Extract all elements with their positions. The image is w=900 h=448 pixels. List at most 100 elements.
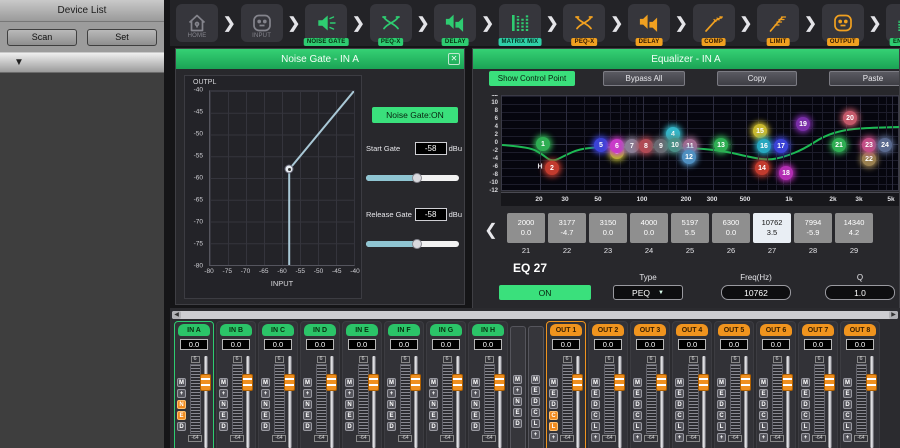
mute-button[interactable]: M	[261, 378, 270, 387]
channel-gain-value[interactable]: 0.0	[264, 339, 292, 350]
eq-button[interactable]: E	[219, 411, 228, 420]
noise-gate-on-button[interactable]: Noise Gate:ON	[372, 107, 458, 123]
close-icon[interactable]: ✕	[448, 53, 460, 65]
limit-button[interactable]: L	[591, 422, 600, 431]
mute-button[interactable]: M	[633, 378, 642, 387]
eq-button[interactable]: E	[345, 411, 354, 420]
channel-gain-value[interactable]: 0.0	[552, 339, 580, 350]
eq-button[interactable]: E	[843, 389, 852, 398]
channel-gain-value[interactable]: 0.0	[306, 339, 334, 350]
plus-button[interactable]: +	[717, 433, 726, 442]
eq-button[interactable]: E	[429, 411, 438, 420]
eq-control-point-18[interactable]: 18	[779, 166, 793, 180]
fader-handle[interactable]	[326, 374, 337, 391]
mute-button[interactable]: M	[513, 375, 522, 384]
plus-button[interactable]: +	[759, 433, 768, 442]
channel-gain-value[interactable]: 0.0	[594, 339, 622, 350]
plus-button[interactable]: +	[429, 389, 438, 398]
eq-control-point-17[interactable]: 17	[774, 139, 788, 153]
mute-button[interactable]: M	[429, 378, 438, 387]
channel-gain-value[interactable]: 0.0	[678, 339, 706, 350]
fader[interactable]	[493, 356, 506, 448]
slider-thumb[interactable]	[412, 173, 422, 183]
eq-control-point-8[interactable]: 8	[639, 139, 653, 153]
band-cell-23[interactable]: 31500.0	[589, 213, 627, 243]
scan-button[interactable]: Scan	[7, 29, 77, 46]
limit-button[interactable]: L	[531, 419, 540, 428]
set-button[interactable]: Set	[87, 29, 157, 46]
eq-button[interactable]: E	[303, 411, 312, 420]
fader-handle[interactable]	[368, 374, 379, 391]
fader-handle[interactable]	[410, 374, 421, 391]
eq-control-point-12[interactable]: 12	[682, 150, 696, 164]
toolbar-item-input[interactable]: INPUT	[241, 4, 283, 42]
limit-button[interactable]: L	[717, 422, 726, 431]
release-gate-value[interactable]: -58	[415, 208, 447, 221]
noise-gate-button[interactable]: N	[261, 400, 270, 409]
toolbar-item-home[interactable]: HOME	[176, 4, 218, 42]
noise-gate-button[interactable]: N	[303, 400, 312, 409]
plus-button[interactable]: +	[633, 433, 642, 442]
plus-button[interactable]: +	[261, 389, 270, 398]
plus-button[interactable]: +	[531, 430, 540, 439]
delay-button[interactable]: D	[303, 422, 312, 431]
toolbar-item-matrix-mix[interactable]: MATRIX MIX	[499, 4, 541, 42]
plus-button[interactable]: +	[843, 433, 852, 442]
channel-gain-value[interactable]: 0.0	[804, 339, 832, 350]
eq-control-point-15[interactable]: 15	[753, 124, 767, 138]
mute-button[interactable]: M	[843, 378, 852, 387]
start-gate-slider[interactable]	[366, 173, 459, 183]
fader[interactable]	[283, 356, 296, 448]
channel-strip-out-7[interactable]: OUT 70.0MEDCL+6-64	[798, 321, 838, 448]
channel-strip-out-2[interactable]: OUT 20.0MEDCL+6-64	[588, 321, 628, 448]
delay-button[interactable]: D	[549, 400, 558, 409]
mute-button[interactable]: M	[549, 378, 558, 387]
noise-gate-button[interactable]: N	[345, 400, 354, 409]
fader-handle[interactable]	[200, 374, 211, 391]
noise-gate-button[interactable]: N	[429, 400, 438, 409]
bypass-all-button[interactable]: Bypass All	[603, 71, 685, 86]
delay-button[interactable]: D	[387, 422, 396, 431]
mute-button[interactable]: M	[219, 378, 228, 387]
eq-button[interactable]: E	[759, 389, 768, 398]
delay-button[interactable]: D	[591, 400, 600, 409]
equalizer-plot[interactable]: 123456789101112131415161718192021222324H	[501, 95, 899, 191]
comp-button[interactable]: C	[675, 411, 684, 420]
eq-control-point-5[interactable]: 5	[594, 138, 608, 152]
delay-button[interactable]: D	[471, 422, 480, 431]
eq-button[interactable]: E	[591, 389, 600, 398]
channel-strip-in-d[interactable]: IN D0.0M+NED6-64	[300, 321, 340, 448]
channel-gain-value[interactable]: 0.0	[636, 339, 664, 350]
eq-control-point-7[interactable]: 7	[625, 139, 639, 153]
mute-button[interactable]: M	[759, 378, 768, 387]
noise-gate-button[interactable]: N	[513, 397, 522, 406]
channel-strip-in-b[interactable]: IN B0.0M+NED6-64	[216, 321, 256, 448]
delay-button[interactable]: D	[177, 422, 186, 431]
fader[interactable]	[697, 356, 710, 448]
channel-strip-in-a[interactable]: IN A0.0M+NED6-64	[174, 321, 214, 448]
plus-button[interactable]: +	[513, 386, 522, 395]
gate-threshold-handle[interactable]	[285, 165, 294, 174]
fader[interactable]	[613, 356, 626, 448]
delay-button[interactable]: D	[843, 400, 852, 409]
eq-control-point-20[interactable]: 20	[843, 111, 857, 125]
channel-gain-value[interactable]: 0.0	[180, 339, 208, 350]
fader-handle[interactable]	[740, 374, 751, 391]
eq-control-point-13[interactable]: 13	[714, 138, 728, 152]
plus-button[interactable]: +	[471, 389, 480, 398]
comp-button[interactable]: C	[531, 408, 540, 417]
mute-button[interactable]: M	[801, 378, 810, 387]
eq-button[interactable]: E	[471, 411, 480, 420]
eq-control-point-2[interactable]: 2	[545, 161, 559, 175]
channel-gain-value[interactable]: 0.0	[222, 339, 250, 350]
device-list-expander[interactable]: ▼	[0, 52, 164, 73]
delay-button[interactable]: D	[513, 419, 522, 428]
delay-button[interactable]: D	[429, 422, 438, 431]
eq-control-point-24[interactable]: 24	[878, 138, 892, 152]
plus-button[interactable]: +	[549, 433, 558, 442]
eq-button[interactable]: E	[387, 411, 396, 420]
channel-gain-value[interactable]: 0.0	[846, 339, 874, 350]
fader[interactable]	[865, 356, 878, 448]
type-dropdown[interactable]: PEQ ▼	[613, 285, 683, 300]
channel-strip-out-1[interactable]: OUT 10.0MEDCL+6-64	[546, 321, 586, 448]
